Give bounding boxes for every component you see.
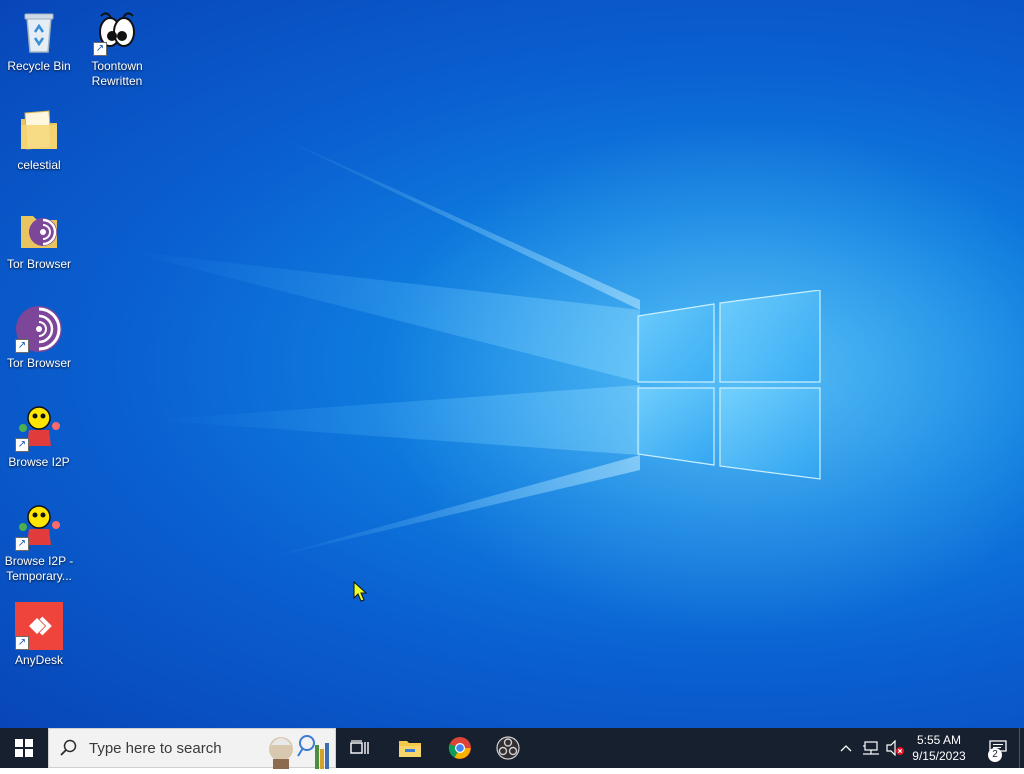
desktop-icon-celestial[interactable]: celestial xyxy=(0,107,78,173)
volume-muted-icon xyxy=(886,740,904,756)
show-desktop-button[interactable] xyxy=(1019,728,1024,768)
desktop-icon-browse-i2p-temporary[interactable]: ↗ Browse I2P - Temporary... xyxy=(0,503,78,584)
shortcut-arrow-icon: ↗ xyxy=(15,438,29,452)
desktop-icon-label: Tor Browser xyxy=(6,257,71,271)
chrome-button[interactable] xyxy=(436,728,484,768)
i2p-icon: ↗ xyxy=(15,503,63,551)
notification-count-badge: 2 xyxy=(988,748,1002,762)
taskbar-search-box[interactable]: Type here to search xyxy=(48,728,336,769)
mouse-cursor-icon xyxy=(353,581,367,602)
shortcut-arrow-icon: ↗ xyxy=(15,339,29,353)
toontown-icon: ↗ xyxy=(93,8,141,56)
desktop-icon-label: AnyDesk xyxy=(14,653,64,667)
task-view-button[interactable] xyxy=(336,728,384,768)
clock-date: 9/15/2023 xyxy=(912,749,966,763)
shortcut-arrow-icon: ↗ xyxy=(15,537,29,551)
clock-time: 5:55 AM xyxy=(916,733,962,747)
taskbar: Type here to search 5:55 AM 9/15/2023 2 xyxy=(0,728,1024,769)
search-placeholder: Type here to search xyxy=(89,739,222,757)
desktop-icon-recycle-bin[interactable]: Recycle Bin xyxy=(0,8,78,74)
chrome-icon xyxy=(448,737,471,759)
desktop-icon-label: Recycle Bin xyxy=(7,59,71,73)
desktop-icon-anydesk[interactable]: ↗ AnyDesk xyxy=(0,602,78,668)
desktop-icon-tor-folder[interactable]: Tor Browser xyxy=(0,206,78,272)
desktop: Recycle Bin ↗ Toontown Rewritten celesti… xyxy=(0,0,1024,728)
desktop-icon-label: celestial xyxy=(17,158,61,172)
i2p-icon: ↗ xyxy=(15,404,63,452)
show-hidden-icons-button[interactable] xyxy=(836,728,856,768)
obs-studio-icon xyxy=(496,736,520,760)
tor-folder-icon xyxy=(15,206,63,254)
desktop-icon-tor-browser[interactable]: ↗ Tor Browser xyxy=(0,305,78,371)
file-explorer-icon xyxy=(399,741,421,757)
anydesk-icon: ↗ xyxy=(15,602,63,650)
network-icon xyxy=(863,741,879,755)
desktop-icon-browse-i2p[interactable]: ↗ Browse I2P xyxy=(0,404,78,470)
start-button[interactable] xyxy=(0,728,48,768)
search-highlight-illustration-icon xyxy=(263,729,331,769)
desktop-icon-label: Tor Browser xyxy=(6,356,71,370)
windows-start-icon xyxy=(15,739,33,757)
tor-browser-icon: ↗ xyxy=(15,305,63,353)
wallpaper-beams xyxy=(0,0,1024,728)
chevron-up-icon xyxy=(840,745,852,752)
desktop-icon-label: Browse I2P xyxy=(8,455,70,469)
windows-logo xyxy=(637,290,821,480)
file-explorer-button[interactable] xyxy=(386,728,434,768)
folder-icon xyxy=(15,107,63,155)
obs-studio-button[interactable] xyxy=(484,728,532,768)
taskbar-clock[interactable]: 5:55 AM 9/15/2023 xyxy=(906,732,972,764)
volume-tray-button[interactable] xyxy=(884,728,906,768)
shortcut-arrow-icon: ↗ xyxy=(93,42,107,56)
network-tray-button[interactable] xyxy=(860,728,882,768)
search-icon xyxy=(49,739,89,757)
task-view-icon xyxy=(350,740,369,754)
recycle-bin-icon xyxy=(15,8,63,56)
desktop-icon-label: Browse I2P - Temporary... xyxy=(4,554,74,583)
shortcut-arrow-icon: ↗ xyxy=(15,636,29,650)
desktop-icon-toontown[interactable]: ↗ Toontown Rewritten xyxy=(78,8,156,89)
desktop-icon-label: Toontown Rewritten xyxy=(91,59,143,88)
